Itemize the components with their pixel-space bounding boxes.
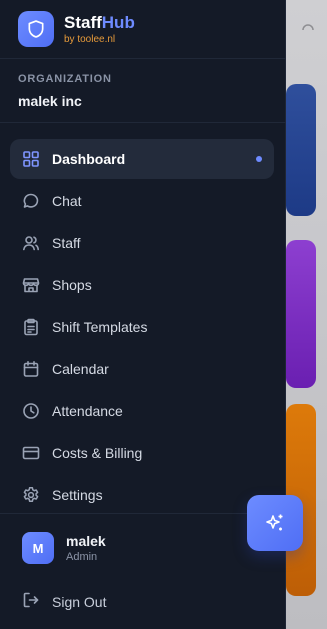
active-indicator-dot xyxy=(256,156,262,162)
clipboard-icon xyxy=(22,318,40,336)
divider xyxy=(0,58,286,59)
clock-icon xyxy=(22,402,40,420)
nav-item-label: Shift Templates xyxy=(52,319,148,335)
nav-item-dashboard[interactable]: Dashboard xyxy=(10,139,274,179)
store-icon xyxy=(22,276,40,294)
nav-item-label: Dashboard xyxy=(52,151,126,167)
nav-item-settings[interactable]: Settings xyxy=(10,475,274,515)
brand-name-main: Staff xyxy=(64,12,102,32)
nav-item-chat[interactable]: Chat xyxy=(10,181,274,221)
nav-item-staff[interactable]: Staff xyxy=(10,223,274,263)
sidebar-drawer: StaffHub by toolee.nl ORGANIZATION malek… xyxy=(0,0,286,629)
shield-logo-icon xyxy=(18,11,54,47)
users-icon xyxy=(22,234,40,252)
sign-out-button[interactable]: Sign Out xyxy=(22,590,106,614)
calendar-icon xyxy=(22,360,40,378)
background-card-blue xyxy=(286,84,316,216)
divider xyxy=(0,122,286,123)
nav-item-label: Costs & Billing xyxy=(52,445,143,461)
nav-item-label: Settings xyxy=(52,487,103,503)
organization-name: malek inc xyxy=(18,93,82,109)
sparkles-icon xyxy=(266,514,283,531)
user-profile[interactable]: M malek Admin xyxy=(22,532,106,564)
nav-item-label: Attendance xyxy=(52,403,123,419)
ai-assistant-button[interactable] xyxy=(247,495,303,551)
chat-icon xyxy=(22,192,40,210)
credit-card-icon xyxy=(22,444,40,462)
nav-item-calendar[interactable]: Calendar xyxy=(10,349,274,389)
avatar: M xyxy=(22,532,54,564)
nav-item-label: Chat xyxy=(52,193,82,209)
brand-subtitle: by toolee.nl xyxy=(64,33,116,45)
nav-item-costs-billing[interactable]: Costs & Billing xyxy=(10,433,274,473)
nav-item-label: Shops xyxy=(52,277,92,293)
nav-item-label: Staff xyxy=(52,235,81,251)
organization-label: ORGANIZATION xyxy=(18,73,112,85)
gear-icon xyxy=(22,486,40,504)
nav-item-attendance[interactable]: Attendance xyxy=(10,391,274,431)
brand-name-accent: Hub xyxy=(101,12,135,32)
nav-menu: Dashboard Chat Staff Shops Shift Templat… xyxy=(10,139,274,517)
nav-item-shift-templates[interactable]: Shift Templates xyxy=(10,307,274,347)
dashboard-icon xyxy=(22,150,40,168)
user-role: Admin xyxy=(66,551,98,563)
user-name: malek xyxy=(66,533,106,549)
sign-out-label: Sign Out xyxy=(52,594,107,610)
background-card-purple xyxy=(286,240,316,388)
nav-item-shops[interactable]: Shops xyxy=(10,265,274,305)
nav-item-label: Calendar xyxy=(52,361,109,377)
brand[interactable]: StaffHub by toolee.nl xyxy=(18,9,135,49)
background-icon xyxy=(302,24,314,31)
logout-icon xyxy=(22,591,40,614)
divider xyxy=(0,513,286,514)
brand-name: StaffHub xyxy=(64,13,135,33)
